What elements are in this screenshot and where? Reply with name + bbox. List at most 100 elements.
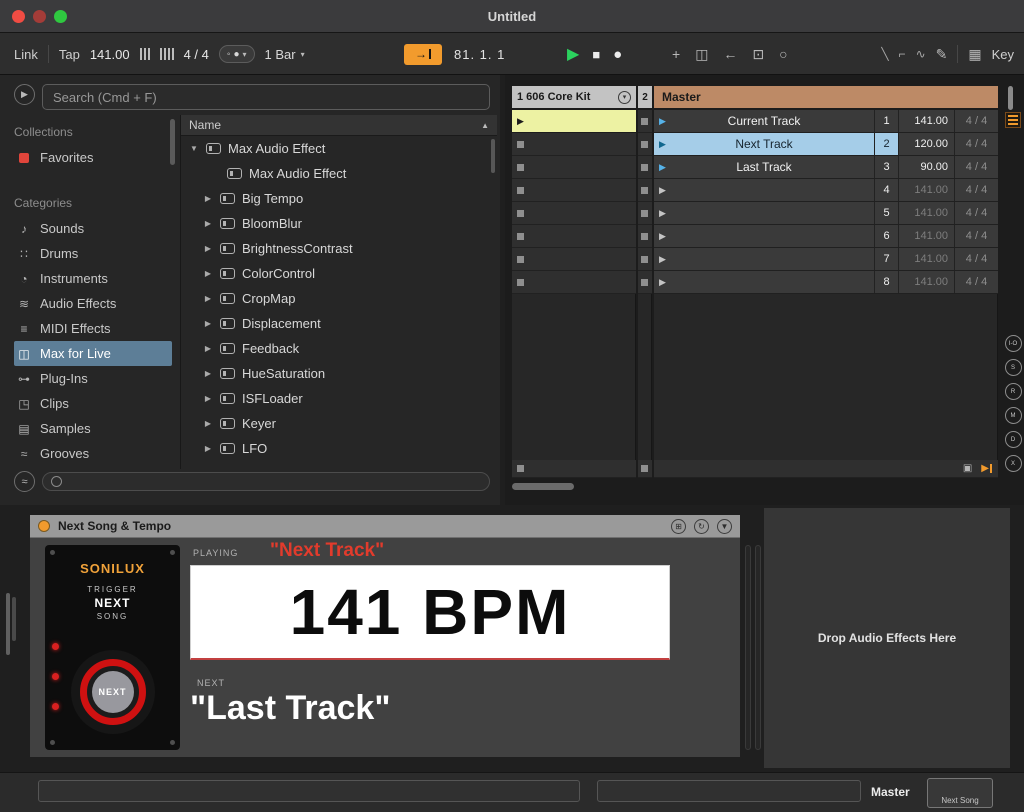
tap-tempo-button[interactable]: Tap bbox=[59, 47, 80, 62]
scene-play-icon[interactable]: ▶ bbox=[659, 185, 666, 196]
list-item[interactable]: ▶BloomBlur bbox=[181, 211, 497, 236]
tempo-field[interactable]: 141.00 bbox=[90, 47, 130, 62]
scene-name[interactable]: ▶ bbox=[654, 179, 874, 201]
scene-row[interactable]: ▶ 4 141.00 4 / 4 bbox=[654, 179, 998, 202]
scene-tempo[interactable]: 141.00 bbox=[898, 225, 954, 247]
clip-stop-slot[interactable] bbox=[512, 179, 636, 202]
device-view-scrollbar[interactable] bbox=[6, 593, 10, 655]
scene-time-signature[interactable]: 4 / 4 bbox=[954, 156, 998, 178]
nudge-up-icon[interactable] bbox=[160, 47, 174, 61]
clip-stop-slot[interactable] bbox=[638, 248, 652, 271]
zoom-button[interactable] bbox=[54, 10, 67, 23]
time-signature-field[interactable]: 4 / 4 bbox=[184, 47, 209, 62]
sidebar-item-instruments[interactable]: ◔Instruments bbox=[14, 266, 172, 291]
tree-closed-icon[interactable]: ▶ bbox=[203, 369, 213, 378]
metronome-menu[interactable]: ◦ ● ▾ bbox=[219, 45, 255, 63]
sidebar-item-max-for-live[interactable]: ◫Max for Live bbox=[14, 341, 172, 366]
clip-stop-slot[interactable] bbox=[638, 133, 652, 156]
scene-name[interactable]: ▶ bbox=[654, 225, 874, 247]
play-button[interactable]: ▶ bbox=[567, 44, 579, 64]
browser-play-icon[interactable]: ▶ bbox=[14, 84, 35, 105]
sidebar-item-samples[interactable]: ▤Samples bbox=[14, 416, 172, 441]
track-header-1[interactable]: 1 606 Core Kit ▾ bbox=[512, 86, 636, 108]
scene-tempo[interactable]: 90.00 bbox=[898, 156, 954, 178]
nudge-down-icon[interactable] bbox=[140, 47, 150, 61]
scene-tempo[interactable]: 141.00 bbox=[898, 271, 954, 293]
scene-name[interactable]: ▶ bbox=[654, 248, 874, 270]
automation-step-icon[interactable]: ⌐ bbox=[899, 47, 906, 61]
list-item[interactable]: ▶Feedback bbox=[181, 336, 497, 361]
sidebar-item-favorites[interactable]: Favorites bbox=[14, 145, 172, 170]
tree-closed-icon[interactable]: ▶ bbox=[203, 219, 213, 228]
clip-stop-slot[interactable] bbox=[512, 248, 636, 271]
session-vertical-scrollbar[interactable] bbox=[1008, 86, 1013, 110]
save-preset-icon[interactable]: ▼ bbox=[717, 519, 732, 534]
record-button[interactable]: ● bbox=[613, 46, 622, 63]
list-item[interactable]: ▶Big Tempo bbox=[181, 186, 497, 211]
arrangement-overview-icon[interactable] bbox=[1005, 112, 1021, 128]
tree-closed-icon[interactable]: ▶ bbox=[203, 319, 213, 328]
stop-all-track-slot[interactable] bbox=[512, 460, 636, 478]
sidebar-item-drums[interactable]: ∷Drums bbox=[14, 241, 172, 266]
scene-play-icon[interactable]: ▶ bbox=[659, 208, 666, 219]
scene-row[interactable]: ▶ 7 141.00 4 / 4 bbox=[654, 248, 998, 271]
tree-closed-icon[interactable]: ▶ bbox=[203, 269, 213, 278]
scene-time-signature[interactable]: 4 / 4 bbox=[954, 110, 998, 132]
list-item[interactable]: Max Audio Effect bbox=[181, 161, 497, 186]
chevron-down-icon[interactable]: ▾ bbox=[618, 91, 631, 104]
clip-stop-slot[interactable] bbox=[638, 202, 652, 225]
tree-closed-icon[interactable]: ▶ bbox=[203, 444, 213, 453]
list-item[interactable]: ▶LFO bbox=[181, 436, 497, 461]
scene-play-icon[interactable]: ▶ bbox=[659, 162, 666, 173]
master-track-header[interactable]: Master bbox=[654, 86, 998, 108]
sidebar-item-plug-ins[interactable]: ⊶Plug-Ins bbox=[14, 366, 172, 391]
key-map-button[interactable]: Key bbox=[992, 47, 1014, 62]
list-item[interactable]: ▶CropMap bbox=[181, 286, 497, 311]
device-title-bar[interactable]: Next Song & Tempo ⊞ ↻ ▼ bbox=[30, 515, 740, 538]
clip-stop-slot[interactable] bbox=[512, 225, 636, 248]
stop-all-track-slot[interactable] bbox=[638, 460, 652, 478]
link-toggle[interactable]: Link bbox=[14, 47, 38, 62]
scene-row[interactable]: ▶Current Track 1 141.00 4 / 4 bbox=[654, 110, 998, 133]
scene-tempo[interactable]: 120.00 bbox=[898, 133, 954, 155]
clip-stop-slot[interactable] bbox=[638, 110, 652, 133]
toggle-returns[interactable]: R bbox=[1005, 383, 1022, 400]
sidebar-item-grooves[interactable]: ≈Grooves bbox=[14, 441, 172, 466]
toggle-delay[interactable]: D bbox=[1005, 431, 1022, 448]
follow-button[interactable]: → bbox=[404, 44, 442, 65]
sidebar-scrollbar[interactable] bbox=[170, 119, 175, 165]
draw-mode-icon[interactable]: ✎ bbox=[936, 46, 948, 63]
tree-closed-icon[interactable]: ▶ bbox=[203, 294, 213, 303]
scene-time-signature[interactable]: 4 / 4 bbox=[954, 248, 998, 270]
scene-time-signature[interactable]: 4 / 4 bbox=[954, 225, 998, 247]
tree-open-icon[interactable]: ▼ bbox=[189, 144, 199, 153]
list-item[interactable]: ▶BrightnessContrast bbox=[181, 236, 497, 261]
clip-stop-slot[interactable] bbox=[512, 133, 636, 156]
device-chip[interactable]: Next Song bbox=[927, 778, 993, 808]
tree-closed-icon[interactable]: ▶ bbox=[203, 194, 213, 203]
list-item[interactable]: ▶ISFLoader bbox=[181, 386, 497, 411]
capture-midi-icon[interactable]: ⊡ bbox=[752, 46, 764, 63]
track-header-2[interactable]: 2 bbox=[638, 86, 652, 108]
clip-stop-slot[interactable] bbox=[638, 179, 652, 202]
toggle-crossfader[interactable]: X bbox=[1005, 455, 1022, 472]
clip-stop-slot[interactable] bbox=[638, 156, 652, 179]
back-to-arrangement-button[interactable]: ▶ bbox=[981, 463, 992, 474]
back-to-arrangement-icon[interactable]: ← bbox=[723, 46, 737, 62]
sidebar-item-audio-effects[interactable]: ≋Audio Effects bbox=[14, 291, 172, 316]
scene-name[interactable]: ▶Last Track bbox=[654, 156, 874, 178]
stop-button[interactable]: ■ bbox=[592, 47, 600, 62]
hot-swap-icon[interactable]: ↻ bbox=[694, 519, 709, 534]
search-input[interactable] bbox=[42, 84, 490, 110]
minimize-button[interactable] bbox=[33, 10, 46, 23]
scene-play-icon[interactable]: ▶ bbox=[659, 277, 666, 288]
device-view-scrollbar-secondary[interactable] bbox=[12, 597, 16, 641]
tree-closed-icon[interactable]: ▶ bbox=[203, 344, 213, 353]
stop-all-clips-button[interactable]: ▣ bbox=[963, 463, 972, 474]
tree-closed-icon[interactable]: ▶ bbox=[203, 419, 213, 428]
session-record-icon[interactable]: ○ bbox=[779, 46, 787, 62]
scene-row[interactable]: ▶ 5 141.00 4 / 4 bbox=[654, 202, 998, 225]
clip-stop-slot[interactable] bbox=[512, 202, 636, 225]
arrangement-position-field[interactable]: 81. 1. 1 bbox=[454, 47, 505, 62]
toggle-sends[interactable]: S bbox=[1005, 359, 1022, 376]
